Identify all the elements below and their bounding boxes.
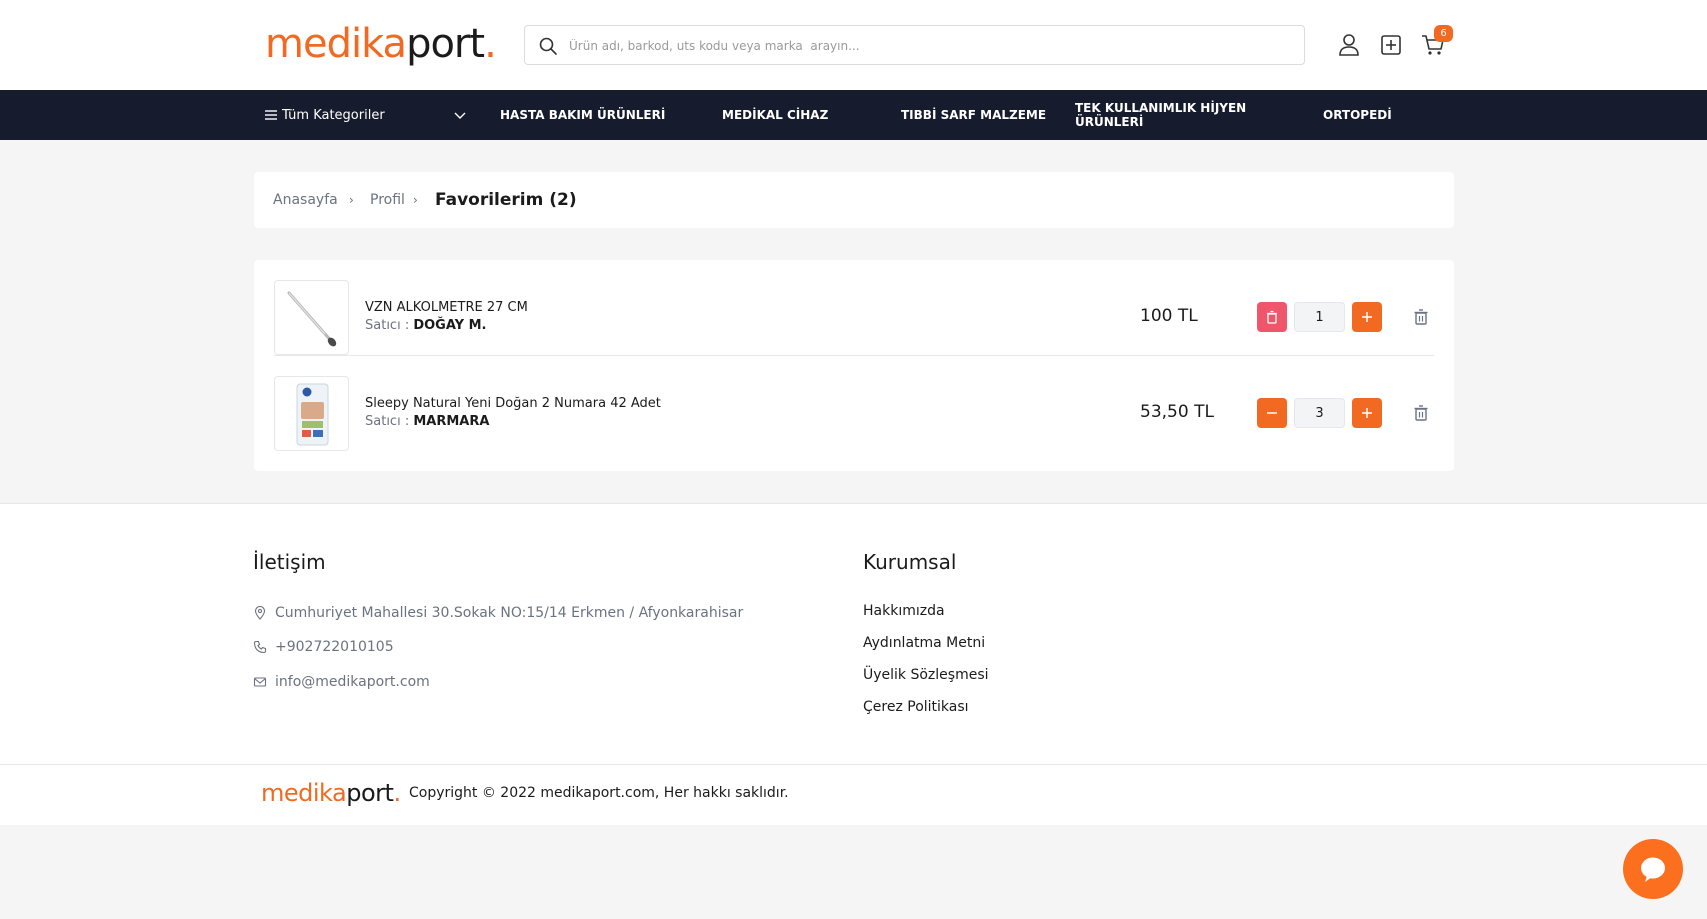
cart-count-badge: 6 [1434, 25, 1453, 42]
trash-icon [1267, 310, 1277, 324]
seller-info: Satıcı : DOĞAY M. [365, 318, 487, 333]
contact-phone[interactable]: +902722010105 [253, 637, 394, 657]
mail-icon [253, 677, 267, 687]
logo-dot: . [484, 21, 497, 67]
footer-link-uyelik[interactable]: Üyelik Sözleşmesi [863, 667, 989, 683]
chevron-right-icon: › [413, 193, 418, 207]
list-item: VZN ALKOLMETRE 27 CM Satıcı : DOĞAY M. 1… [274, 260, 1434, 356]
footer-logo[interactable]: medikaport. [261, 779, 401, 807]
site-logo[interactable]: medikaport. [265, 20, 497, 68]
increase-quantity-button[interactable] [1352, 302, 1382, 332]
logo-text-port: port [406, 21, 485, 67]
quantity-input[interactable] [1294, 398, 1345, 428]
breadcrumb-profile[interactable]: Profil [370, 172, 405, 228]
user-icon[interactable] [1336, 32, 1362, 58]
nav-item-hasta-bakim[interactable]: HASTA BAKIM ÜRÜNLERİ [500, 90, 665, 140]
all-categories-label: Tüm Kategoriler [282, 107, 385, 123]
nav-item-tek-kullanimlik[interactable]: TEK KULLANIMLIK HİJYEN ÜRÜNLERİ [1075, 90, 1255, 140]
logo-dot: . [393, 779, 401, 807]
contact-address: Cumhuriyet Mahallesi 30.Sokak NO:15/14 E… [253, 603, 743, 623]
menu-icon [265, 110, 277, 120]
delete-favorite-trash-icon[interactable] [1412, 404, 1430, 422]
quick-order-icon[interactable] [1378, 32, 1404, 58]
diaper-package-image [296, 383, 329, 446]
email-text[interactable]: info@medikaport.com [275, 674, 430, 690]
nav-item-ortopedi[interactable]: ORTOPEDİ [1323, 90, 1392, 140]
chevron-down-icon[interactable] [453, 108, 467, 122]
map-pin-icon [254, 606, 266, 620]
product-price: 53,50 TL [1140, 402, 1214, 422]
footer-link-aydinlatma[interactable]: Aydınlatma Metni [863, 635, 985, 651]
plus-icon [1362, 408, 1372, 418]
product-price: 100 TL [1140, 306, 1198, 326]
product-name[interactable]: Sleepy Natural Yeni Doğan 2 Numara 42 Ad… [365, 396, 661, 411]
product-image[interactable] [274, 280, 349, 355]
seller-label: Satıcı : [365, 318, 410, 333]
corporate-heading: Kurumsal [863, 550, 957, 574]
footer-link-hakkimizda[interactable]: Hakkımızda [863, 603, 945, 619]
breadcrumb: Anasayfa › Profil › Favorilerim (2) [254, 172, 1454, 228]
chat-button[interactable] [1623, 839, 1683, 899]
logo-text-medika: medika [261, 779, 347, 807]
contact-heading: İletişim [253, 550, 326, 574]
category-navbar: Tüm Kategoriler HASTA BAKIM ÜRÜNLERİ MED… [0, 90, 1707, 140]
alcoholmeter-image [287, 291, 337, 347]
logo-text-port: port [346, 779, 394, 807]
search-input[interactable] [569, 32, 1289, 60]
all-categories-button[interactable]: Tüm Kategoriler [264, 90, 385, 140]
seller-label: Satıcı : [365, 414, 410, 429]
footer-bottom-bar: medikaport. Copyright © 2022 medikaport.… [0, 764, 1707, 825]
delete-favorite-trash-icon[interactable] [1412, 308, 1430, 326]
chevron-right-icon: › [349, 193, 354, 207]
contact-email[interactable]: info@medikaport.com [253, 672, 430, 692]
product-name[interactable]: VZN ALKOLMETRE 27 CM [365, 300, 528, 315]
search-icon[interactable] [538, 36, 558, 56]
breadcrumb-home[interactable]: Anasayfa [273, 172, 338, 228]
seller-name[interactable]: MARMARA [413, 414, 489, 429]
seller-info: Satıcı : MARMARA [365, 414, 489, 429]
site-footer: İletişim Cumhuriyet Mahallesi 30.Sokak N… [0, 503, 1707, 764]
search-bar [524, 25, 1305, 65]
site-header: medikaport. 6 [0, 0, 1707, 90]
favorites-list: VZN ALKOLMETRE 27 CM Satıcı : DOĞAY M. 1… [254, 260, 1454, 471]
minus-icon [1267, 412, 1277, 414]
seller-name[interactable]: DOĞAY M. [413, 318, 486, 333]
quantity-input[interactable] [1294, 302, 1345, 332]
decrease-quantity-button[interactable] [1257, 398, 1287, 428]
address-text: Cumhuriyet Mahallesi 30.Sokak NO:15/14 E… [275, 605, 744, 621]
phone-text[interactable]: +902722010105 [275, 639, 394, 655]
footer-link-cerez[interactable]: Çerez Politikası [863, 699, 969, 715]
logo-text-medika: medika [265, 21, 407, 67]
chat-bubble-icon [1641, 857, 1665, 882]
plus-icon [1362, 312, 1372, 322]
copyright-text: Copyright © 2022 medikaport.com, Her hak… [409, 785, 789, 801]
product-image[interactable] [274, 376, 349, 451]
nav-item-medikal-cihaz[interactable]: MEDİKAL CİHAZ [722, 90, 828, 140]
increase-quantity-button[interactable] [1352, 398, 1382, 428]
page-title: Favorilerim (2) [435, 190, 577, 210]
nav-item-tibbi-sarf[interactable]: TIBBİ SARF MALZEME [901, 90, 1046, 140]
remove-button[interactable] [1257, 302, 1287, 332]
phone-icon [253, 640, 267, 654]
list-item: Sleepy Natural Yeni Doğan 2 Numara 42 Ad… [274, 356, 1434, 452]
